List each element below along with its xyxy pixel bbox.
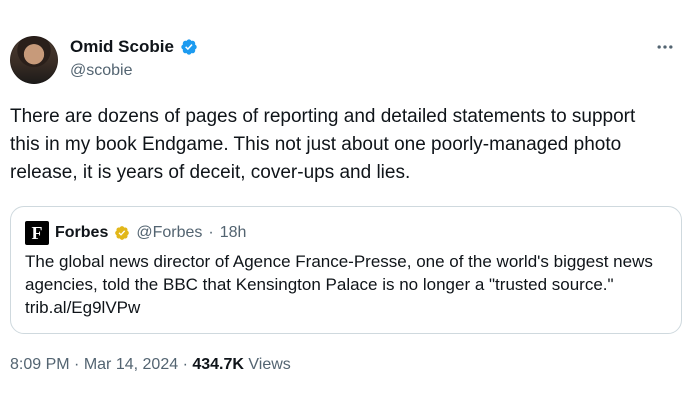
views-count: 434.7K xyxy=(192,356,244,373)
meta-separator-2: · xyxy=(182,356,193,373)
quoted-time[interactable]: 18h xyxy=(220,224,247,242)
tweet-time[interactable]: 8:09 PM xyxy=(10,356,70,373)
meta-separator: · xyxy=(74,356,84,373)
author-name-text: Omid Scobie xyxy=(70,37,174,56)
quoted-tweet[interactable]: F Forbes @Forbes · 18h The global news d… xyxy=(10,206,682,334)
avatar[interactable] xyxy=(10,36,58,84)
verified-badge-icon xyxy=(181,39,197,55)
views-label: Views xyxy=(248,356,291,373)
gold-verified-icon xyxy=(115,226,130,240)
tweet-text: There are dozens of pages of reporting a… xyxy=(10,106,636,183)
forbes-logo: F xyxy=(25,221,49,245)
tweet-date[interactable]: Mar 14, 2024 xyxy=(84,356,178,373)
author-name[interactable]: Omid Scobie xyxy=(70,37,198,57)
quoted-text: The global news director of Agence Franc… xyxy=(25,252,653,317)
tweet-meta: 8:09 PM · Mar 14, 2024 · 434.7K Views xyxy=(10,356,291,374)
separator-dot: · xyxy=(208,224,214,241)
quoted-header: F Forbes @Forbes · 18h xyxy=(25,221,246,245)
author-handle[interactable]: @scobie xyxy=(70,62,133,80)
more-icon[interactable] xyxy=(654,36,676,58)
quoted-handle[interactable]: @Forbes xyxy=(136,224,202,242)
quoted-author-name[interactable]: Forbes xyxy=(55,224,108,242)
